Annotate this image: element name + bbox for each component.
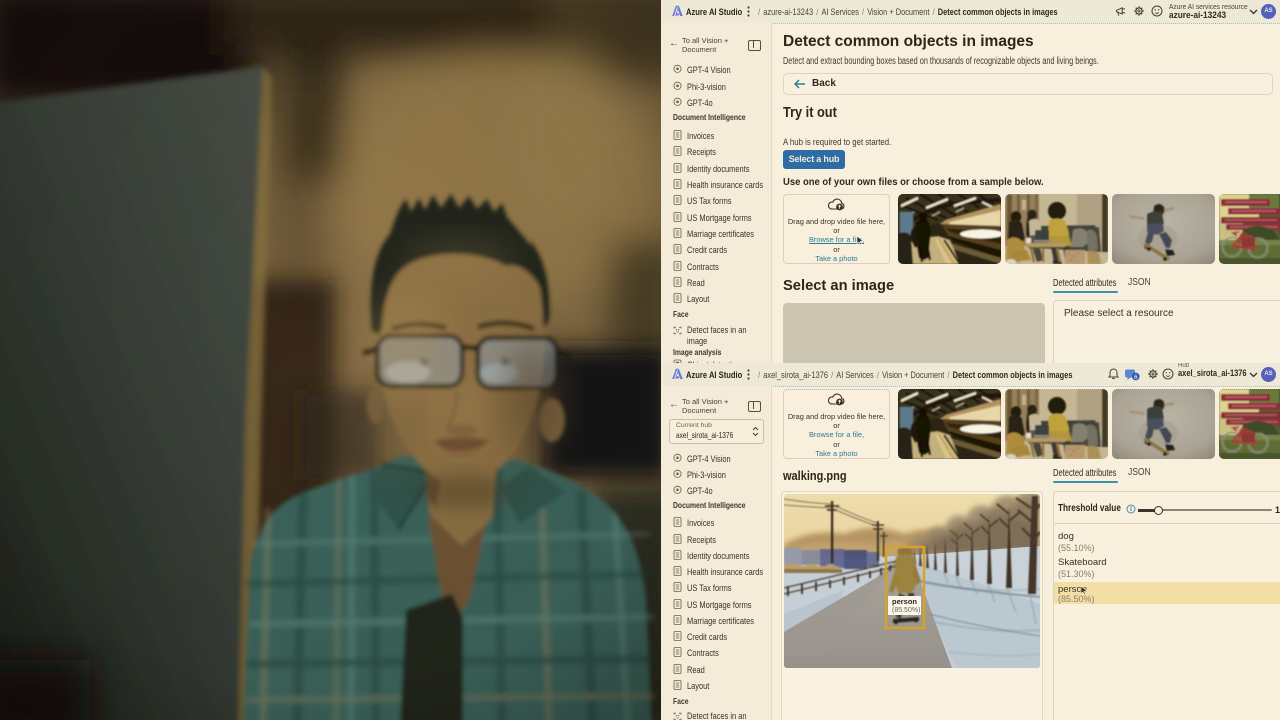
svg-text:6: 6 <box>1134 374 1138 381</box>
svg-text:(85.50%): (85.50%) <box>892 607 920 614</box>
svg-text:person: person <box>892 597 917 606</box>
